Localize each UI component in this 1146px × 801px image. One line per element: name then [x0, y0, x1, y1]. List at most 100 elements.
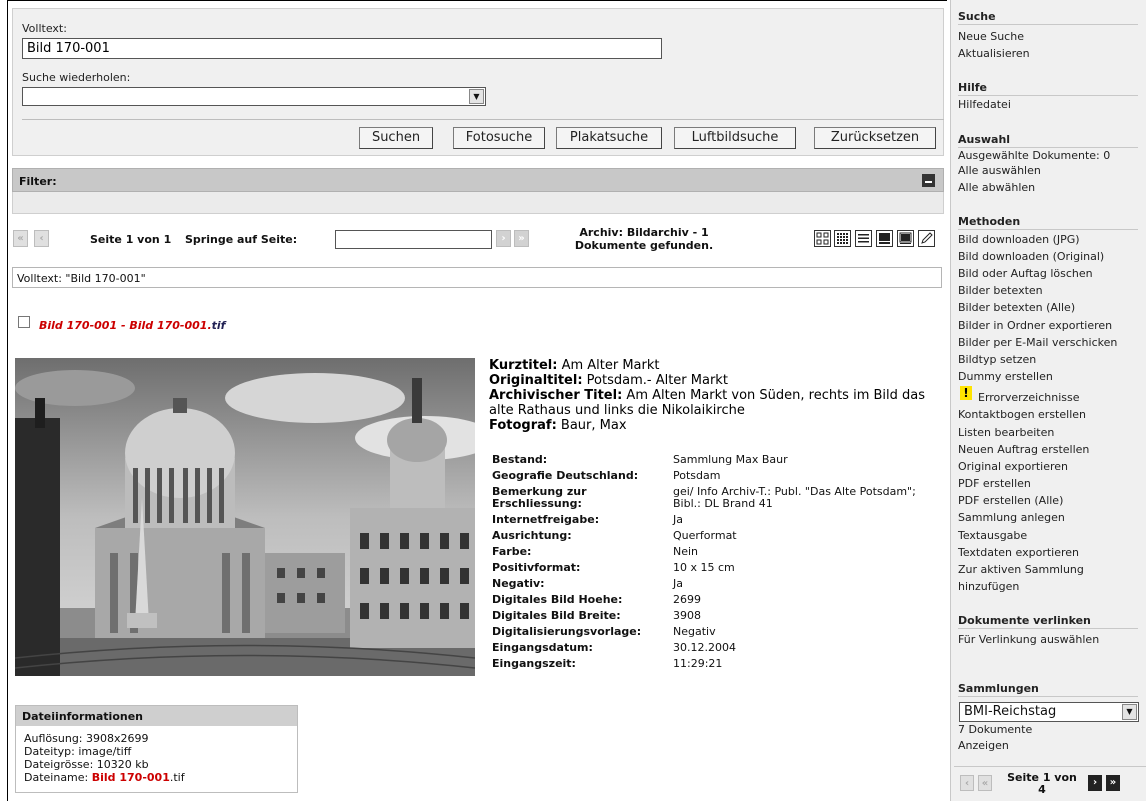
- sidebar-item-method[interactable]: Bild downloaden (JPG): [958, 233, 1080, 246]
- search-panel: Volltext: Bild 170-001 Suche wiederholen…: [12, 8, 944, 156]
- meta-value: Ja: [673, 513, 683, 526]
- detail-icon[interactable]: [876, 230, 893, 247]
- sidebar-head-sammlungen: Sammlungen: [958, 682, 1039, 695]
- result-description: Kurztitel: Am Alter Markt Originaltitel:…: [489, 358, 929, 433]
- sidebar-item-method[interactable]: Textausgabe: [958, 529, 1027, 542]
- sidebar-item-method[interactable]: Bilder betexten: [958, 284, 1043, 297]
- thumbnail-grid-icon[interactable]: [814, 230, 831, 247]
- sidebar-item-method[interactable]: Sammlung anlegen: [958, 511, 1065, 524]
- sidebar-item-method[interactable]: Textdaten exportieren: [958, 546, 1079, 559]
- sidebar-item-select-all[interactable]: Alle auswählen: [958, 164, 1041, 177]
- sidebar-head-verlinken: Dokumente verlinken: [958, 614, 1091, 627]
- sidebar-item-link-select[interactable]: Für Verlinkung auswählen: [958, 633, 1099, 646]
- filter-title: Filter:: [19, 175, 57, 188]
- next-page-button[interactable]: ›: [496, 230, 511, 247]
- first-page-button[interactable]: «: [13, 230, 28, 247]
- sidebar-item-method[interactable]: Bilder in Ordner exportieren: [958, 319, 1112, 332]
- meta-value: 2699: [673, 593, 701, 606]
- edit-pencil-icon[interactable]: [918, 230, 935, 247]
- sidebar-item-method[interactable]: Zur aktiven Sammlung: [958, 563, 1084, 576]
- small-grid-icon[interactable]: [834, 230, 851, 247]
- sidebar-divider: [958, 147, 1138, 148]
- meta-key: Bemerkung zur Erschliessung:: [492, 485, 587, 510]
- sidebar-item-method[interactable]: Errorverzeichnisse: [978, 391, 1080, 404]
- meta-value: 11:29:21: [673, 657, 723, 670]
- sidebar-item-deselect-all[interactable]: Alle abwählen: [958, 181, 1035, 194]
- archive-info-line1: Archiv: Bildarchiv - 1: [579, 226, 709, 239]
- collection-page-info-line2: 4: [1038, 783, 1046, 796]
- photo-search-button[interactable]: Fotosuche: [453, 127, 545, 149]
- sidebar-item-refresh[interactable]: Aktualisieren: [958, 47, 1030, 60]
- result-checkbox[interactable]: [18, 316, 30, 328]
- sidebar-item-method[interactable]: Dummy erstellen: [958, 370, 1053, 383]
- jump-to-page-label: Springe auf Seite:: [185, 233, 298, 246]
- file-name-label: Dateiname:: [24, 771, 92, 784]
- sidebar-item-method[interactable]: Bilder betexten (Alle): [958, 301, 1075, 314]
- result-title-link[interactable]: Bild 170-001 - Bild 170-001.tif: [39, 319, 225, 332]
- sidebar-item-method[interactable]: PDF erstellen: [958, 477, 1031, 490]
- sidebar-item-method[interactable]: hinzufügen: [958, 580, 1019, 593]
- search-button[interactable]: Suchen: [359, 127, 433, 149]
- collection-prev-button[interactable]: ‹: [960, 775, 974, 791]
- collection-last-button[interactable]: »: [1106, 775, 1120, 791]
- sidebar-item-method[interactable]: Bild downloaden (Original): [958, 250, 1104, 263]
- meta-value: 3908: [673, 609, 701, 622]
- meta-key: Digitalisierungsvorlage:: [492, 625, 642, 638]
- filter-header: Filter:: [12, 168, 944, 192]
- sidebar-item-method[interactable]: Kontaktbogen erstellen: [958, 408, 1086, 421]
- aerial-search-button[interactable]: Luftbildsuche: [674, 127, 796, 149]
- meta-value: 10 x 15 cm: [673, 561, 735, 574]
- collapse-icon[interactable]: [922, 174, 935, 187]
- poster-search-button[interactable]: Plakatsuche: [556, 127, 662, 149]
- single-view-icon[interactable]: [897, 230, 914, 247]
- sidebar-divider: [958, 628, 1138, 629]
- dropdown-arrow-icon[interactable]: ▼: [469, 89, 484, 104]
- repeat-search-select[interactable]: ▼: [22, 87, 486, 106]
- file-type: Dateityp: image/tiff: [24, 745, 132, 758]
- sidebar-item-method[interactable]: PDF erstellen (Alle): [958, 494, 1063, 507]
- sidebar-item-method[interactable]: Bilder per E-Mail verschicken: [958, 336, 1117, 349]
- meta-key: Farbe:: [492, 545, 532, 558]
- kurztitel: Kurztitel: Am Alter Markt: [489, 358, 929, 373]
- result-photo[interactable]: [15, 358, 475, 676]
- meta-value: gei/ Info Archiv-T.: Publ. "Das Alte Pot…: [673, 485, 916, 510]
- meta-value: Potsdam: [673, 469, 721, 482]
- meta-key: Negativ:: [492, 577, 545, 590]
- collection-next-button[interactable]: ›: [1088, 775, 1102, 791]
- sidebar-item-helpfile[interactable]: Hilfedatei: [958, 98, 1011, 111]
- collection-count: 7 Dokumente: [958, 723, 1033, 736]
- sidebar-item-method[interactable]: Neuen Auftrag erstellen: [958, 443, 1089, 456]
- search-divider: [22, 119, 944, 120]
- file-name-link[interactable]: Bild 170-001: [92, 771, 170, 784]
- sidebar-item-method[interactable]: Original exportieren: [958, 460, 1068, 473]
- collection-show-link[interactable]: Anzeigen: [958, 739, 1009, 752]
- collection-first-button[interactable]: «: [978, 775, 992, 791]
- meta-value: 30.12.2004: [673, 641, 736, 654]
- fulltext-label: Volltext:: [22, 22, 67, 35]
- list-icon[interactable]: [855, 230, 872, 247]
- dropdown-arrow-icon[interactable]: ▼: [1122, 704, 1137, 720]
- sidebar-item-new-search[interactable]: Neue Suche: [958, 30, 1024, 43]
- file-info-box: Dateiinformationen Auflösung: 3908x2699 …: [15, 705, 298, 793]
- meta-key: Digitales Bild Breite:: [492, 609, 621, 622]
- archivtitel: Archivischer Titel: Am Alten Markt von S…: [489, 388, 929, 418]
- sidebar-item-method[interactable]: Bildtyp setzen: [958, 353, 1036, 366]
- sidebar-divider: [958, 229, 1138, 230]
- meta-key: Eingangsdatum:: [492, 641, 593, 654]
- meta-key: Digitales Bild Hoehe:: [492, 593, 623, 606]
- sidebar-item-method[interactable]: Bild oder Auftag löschen: [958, 267, 1093, 280]
- sidebar-item-method[interactable]: Listen bearbeiten: [958, 426, 1054, 439]
- jump-to-page-input[interactable]: [335, 230, 492, 249]
- collection-page-info: Seite 1 von 4: [1002, 772, 1082, 796]
- reset-button[interactable]: Zurücksetzen: [814, 127, 936, 149]
- collection-select[interactable]: BMI-Reichstag ▼: [959, 702, 1139, 722]
- file-resolution: Auflösung: 3908x2699: [24, 732, 149, 745]
- fulltext-input[interactable]: Bild 170-001: [22, 38, 662, 59]
- prev-page-button[interactable]: ‹: [34, 230, 49, 247]
- archive-info-line2: Dokumente gefunden.: [574, 239, 714, 252]
- meta-key: Positivformat:: [492, 561, 581, 574]
- last-page-button[interactable]: »: [514, 230, 529, 247]
- meta-key: Bestand:: [492, 453, 548, 466]
- kurztitel-label: Kurztitel:: [489, 358, 558, 373]
- warning-icon: !: [960, 386, 972, 400]
